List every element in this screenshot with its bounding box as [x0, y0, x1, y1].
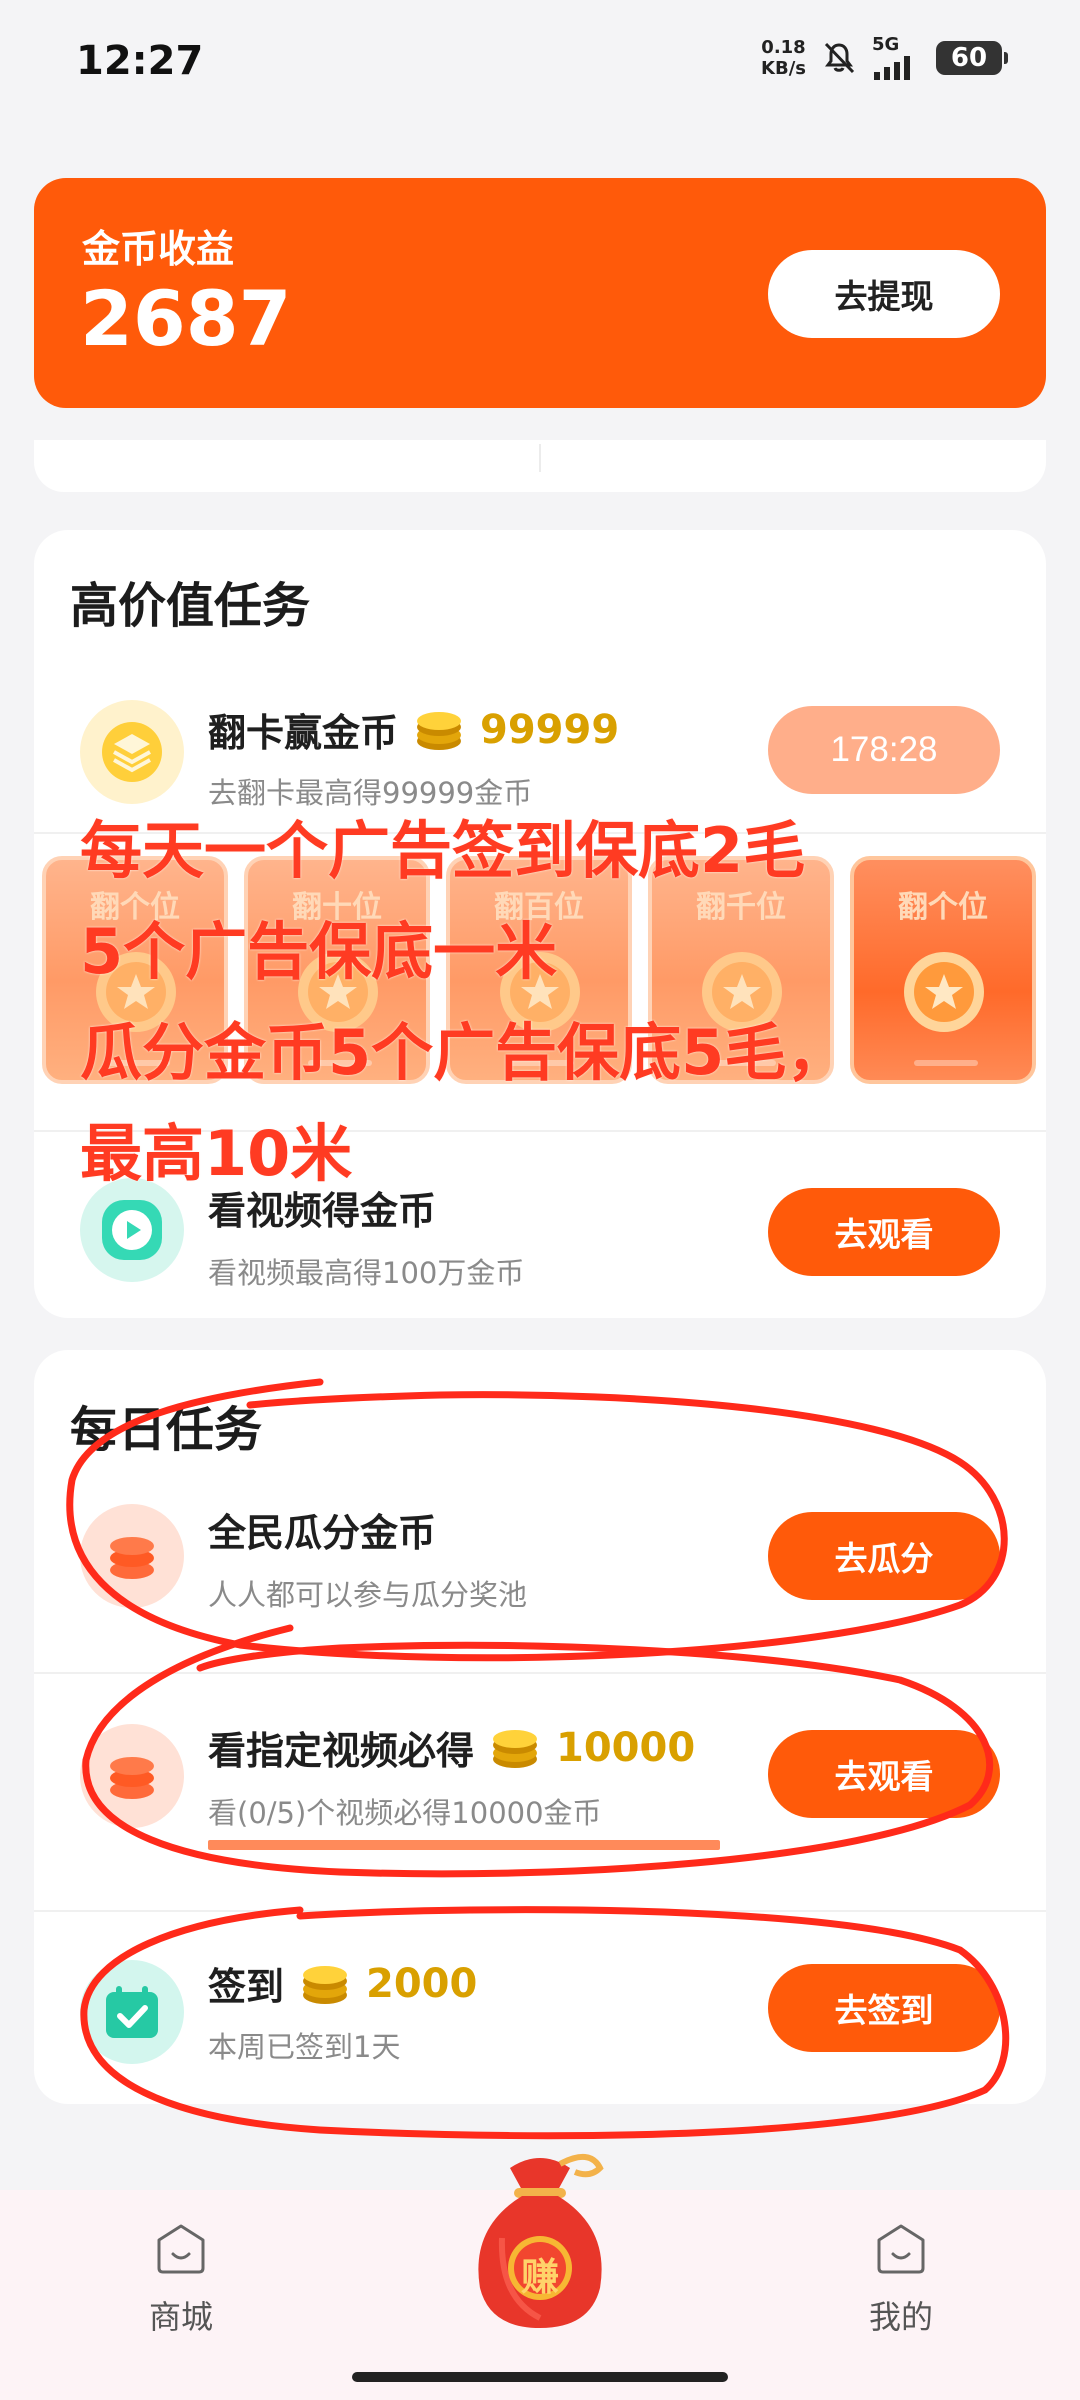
calendar-check-icon — [80, 1960, 184, 2064]
task-row-checkin[interactable]: 签到 2000 本周已签到1天 去签到 — [34, 1956, 1046, 2096]
task-row-flip-card[interactable]: 翻卡赢金币 99999 去翻卡最高得99999金币 178:28 — [34, 680, 1046, 820]
task-subtitle: 本周已签到1天 — [208, 2030, 401, 2064]
home-indicator[interactable] — [352, 2372, 728, 2382]
network-type: 5G — [872, 34, 900, 55]
gold-coin-icon — [300, 1961, 350, 2007]
gold-coin-icon — [414, 707, 464, 753]
task-title: 全民瓜分金币 — [208, 1511, 437, 1555]
withdraw-button[interactable]: 去提现 — [768, 250, 1000, 338]
layers-icon — [80, 700, 184, 804]
divider — [34, 1672, 1046, 1674]
task-title: 看指定视频必得 — [208, 1729, 475, 1773]
nav-label-mall: 商城 — [148, 2298, 213, 2336]
status-bar: 12:27 0.18 KB/s 5G 60 — [0, 0, 1080, 120]
money-bag-icon — [478, 2154, 604, 2328]
status-time: 12:27 — [76, 38, 204, 84]
nav-item-mall[interactable]: 商城 — [116, 2220, 246, 2338]
annotation-line: 5个广告保底一米 — [80, 915, 558, 988]
coin-stack-icon — [80, 1724, 184, 1828]
task-title-group: 签到 2000 — [208, 1956, 477, 2011]
video-progress-bar — [208, 1840, 720, 1850]
battery-indicator: 60 — [936, 41, 1008, 75]
task-row-designated-video[interactable]: 看指定视频必得 10000 看(0/5)个视频必得10000金币 去观看 — [34, 1720, 1046, 1870]
daily-task-section: 每日任务 全民瓜分金币 人人都可以参与瓜分奖池 去瓜分 看指定视频必得 1000… — [34, 1350, 1046, 2104]
annotation-overlay: 每天一个广告签到保底2毛 5个广告保底一米 瓜分金币5个广告保底5毛， 最高10… — [80, 800, 1040, 1204]
annotation-line: 每天一个广告签到保底2毛 — [80, 814, 806, 887]
network-indicator: 5G — [872, 36, 922, 80]
divider — [539, 444, 541, 472]
task-subtitle: 人人都可以参与瓜分奖池 — [208, 1578, 528, 1612]
checkin-button[interactable]: 去签到 — [768, 1964, 1000, 2052]
share-coins-button[interactable]: 去瓜分 — [768, 1512, 1000, 1600]
divider — [34, 1910, 1046, 1912]
section-title-high-value: 高价值任务 — [70, 578, 311, 634]
annotation-line: 最高10米 — [80, 1117, 353, 1190]
mute-bell-icon — [820, 39, 858, 77]
task-title: 翻卡赢金币 — [208, 711, 399, 755]
task-title-group: 翻卡赢金币 99999 — [208, 702, 619, 757]
section-title-daily: 每日任务 — [70, 1402, 263, 1458]
task-title-group: 全民瓜分金币 — [208, 1502, 436, 1557]
coin-balance-card: 金币收益 2687 去提现 — [34, 178, 1046, 408]
task-row-share-coins[interactable]: 全民瓜分金币 人人都可以参与瓜分奖池 去瓜分 — [34, 1500, 1046, 1640]
task-reward: 10000 — [556, 1724, 696, 1771]
battery-level: 60 — [950, 43, 988, 73]
task-reward: 99999 — [480, 706, 620, 753]
status-icons: 0.18 KB/s 5G 60 — [761, 36, 1008, 80]
annotation-line: 瓜分金币5个广告保底5毛， — [80, 1016, 849, 1089]
mall-icon — [151, 2220, 211, 2280]
task-title: 签到 — [208, 1965, 285, 2009]
task-title-group: 看指定视频必得 10000 — [208, 1720, 695, 1775]
flip-card-timer-button[interactable]: 178:28 — [768, 706, 1000, 794]
task-subtitle: 看视频最高得100万金币 — [208, 1256, 525, 1290]
nav-item-earn[interactable]: 赚 — [440, 2128, 640, 2338]
nav-item-profile[interactable]: 我的 — [836, 2220, 966, 2338]
coin-balance-label: 金币收益 — [82, 227, 235, 271]
signal-icon — [872, 54, 922, 80]
task-subtitle: 看(0/5)个视频必得10000金币 — [208, 1796, 602, 1830]
nav-label-earn: 赚 — [520, 2255, 559, 2299]
net-speed-unit: KB/s — [761, 58, 806, 79]
coin-stack-icon — [80, 1504, 184, 1608]
watch-designated-video-button[interactable]: 去观看 — [768, 1730, 1000, 1818]
collapsed-card — [34, 440, 1046, 492]
profile-icon — [871, 2220, 931, 2280]
net-speed-value: 0.18 — [761, 37, 806, 58]
coin-balance-value: 2687 — [80, 274, 292, 363]
task-reward: 2000 — [366, 1960, 478, 2007]
net-speed: 0.18 KB/s — [761, 37, 806, 79]
nav-label-profile: 我的 — [868, 2298, 933, 2336]
gold-coin-icon — [490, 1725, 540, 1771]
